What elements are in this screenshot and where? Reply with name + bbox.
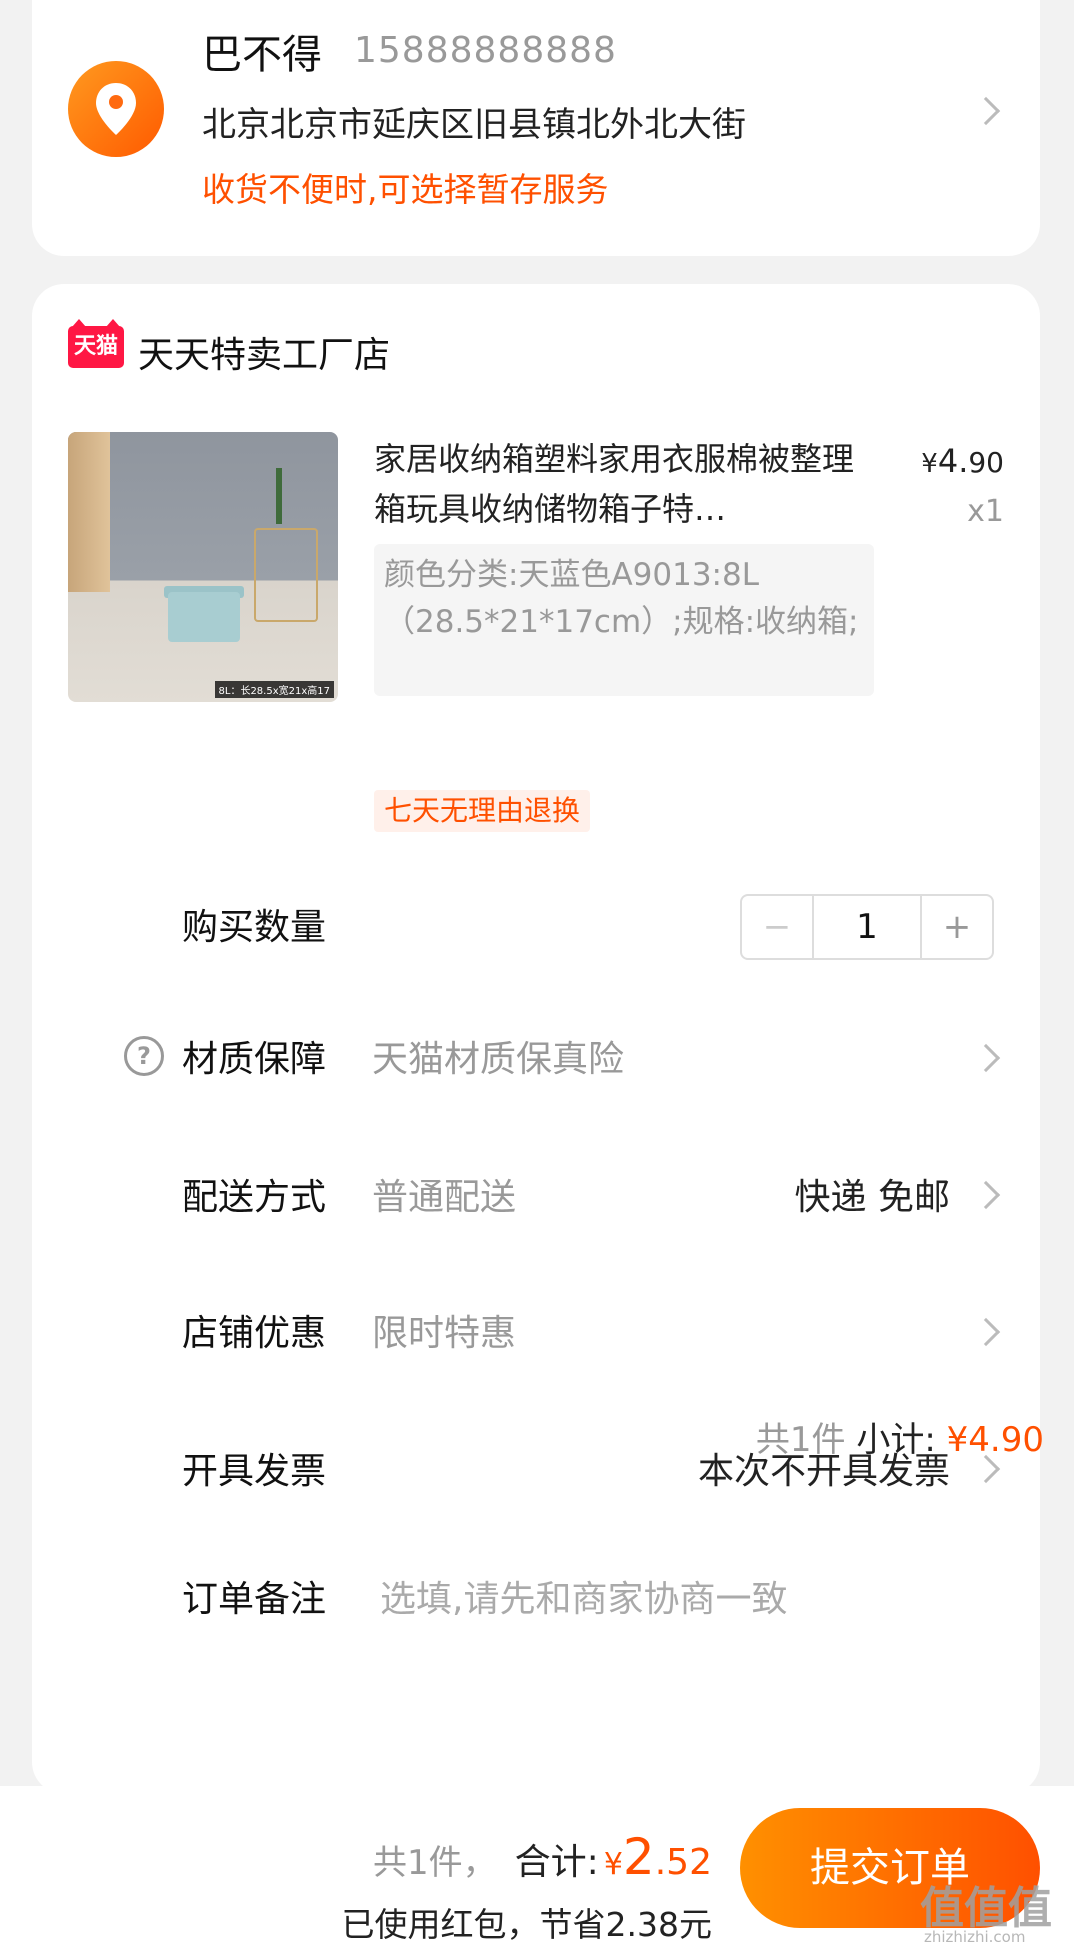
product-quantity: x1 [967,494,1004,529]
tmall-logo: 天猫 [68,319,124,368]
location-pin-icon [68,61,164,157]
product-sku[interactable]: 颜色分类:天蓝色A9013:8L（28.5*21*17cm）;规格:收纳箱; [374,544,874,696]
invoice-label: 开具发票 [182,1451,327,1492]
chevron-right-icon[interactable] [971,1043,1001,1073]
quantity-label: 购买数量 [182,907,327,948]
site-watermark-url: zhizhizhi.com [924,1928,1026,1946]
product-price: ¥4.90 [921,442,1004,480]
shop-discount-label: 店铺优惠 [182,1313,327,1354]
total-line: 共1件， 合计: ¥2.52 [372,1828,712,1886]
help-icon[interactable]: ? [124,1036,164,1076]
recipient-name: 巴不得 [202,32,322,78]
red-packet-savings: 已使用红包，节省2.38元 [341,1905,712,1944]
total-label: 合计: [514,1842,599,1883]
checkout-bar: 共1件， 合计: ¥2.52 已使用红包，节省2.38元 提交订单 [0,1786,1074,1958]
increase-button[interactable]: + [920,896,992,958]
order-note-label: 订单备注 [182,1579,327,1620]
hold-service-tip[interactable]: 收货不便时,可选择暂存服务 [202,163,609,211]
delivery-shipping[interactable]: 快递 免邮 [795,1168,950,1220]
site-watermark: 值值值 [920,1883,1052,1934]
product-image[interactable]: 8L：长28.5x宽21x高17 [68,432,338,702]
quantity-stepper[interactable]: − 1 + [740,894,994,960]
chevron-right-icon[interactable] [971,1317,1001,1347]
shop-discount-value[interactable]: 限时特惠 [372,1304,516,1356]
delivery-value[interactable]: 普通配送 [372,1168,516,1220]
quantity-value[interactable]: 1 [814,896,920,958]
chevron-right-icon[interactable] [971,1180,1001,1210]
total-count: 共1件， [372,1843,497,1883]
total-amount: 2 [622,1828,655,1886]
chevron-right-icon [971,96,1001,126]
delivery-label: 配送方式 [182,1177,327,1218]
subtotal: 共1件 小计: ¥4.90 [756,1412,1044,1461]
product-title[interactable]: 家居收纳箱塑料家用衣服棉被整理箱玩具收纳储物箱子特… [374,434,854,534]
material-value[interactable]: 天猫材质保真险 [372,1030,624,1082]
address-card[interactable]: 巴不得 15888888888 北京北京市延庆区旧县镇北外北大街 收货不便时,可… [32,0,1040,256]
material-label: 材质保障 [182,1039,327,1080]
recipient-phone: 15888888888 [354,30,617,71]
product-image-caption: 8L：长28.5x宽21x高17 [214,681,334,698]
shop-name[interactable]: 天天特卖工厂店 [138,326,390,378]
order-card: 天猫 天天特卖工厂店 8L：长28.5x宽21x高17 家居收纳箱塑料家用衣服棉… [32,284,1040,1794]
return-policy-tag: 七天无理由退换 [374,790,591,832]
subtotal-label: 小计: [856,1420,936,1460]
subtotal-count: 共1件 [755,1420,846,1460]
decrease-button[interactable]: − [742,896,814,958]
address-detail: 北京北京市延庆区旧县镇北外北大街 [202,105,746,145]
order-note-input[interactable]: 选填,请先和商家协商一致 [380,1570,787,1622]
subtotal-amount: ¥4.90 [946,1420,1044,1460]
